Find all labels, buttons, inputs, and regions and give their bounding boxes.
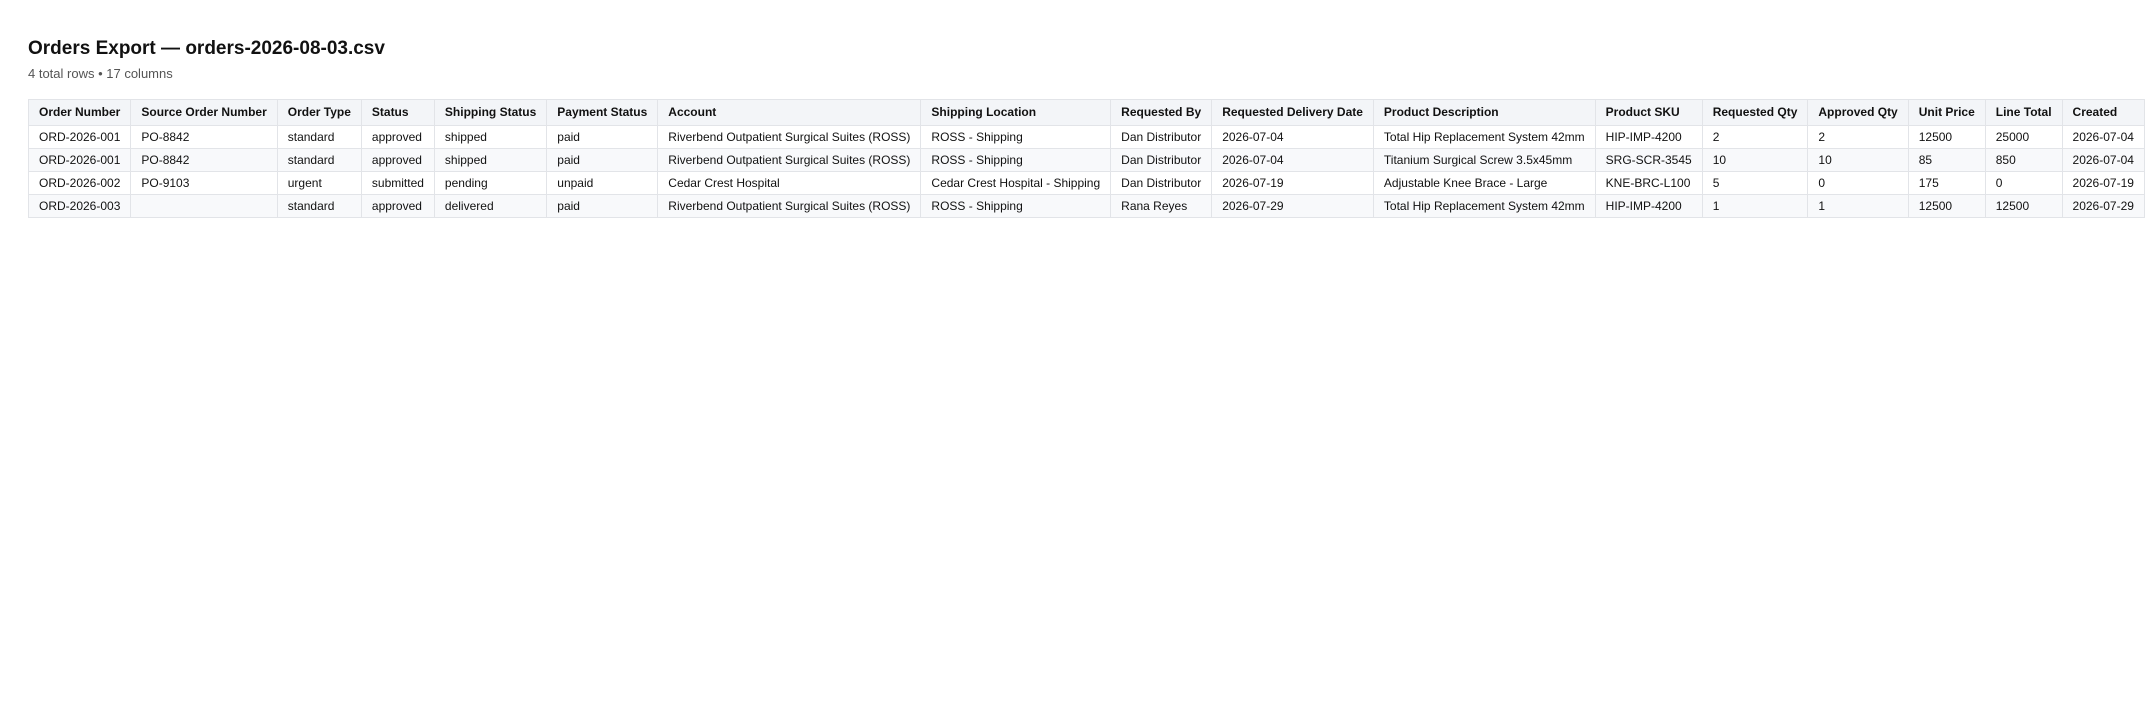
page-subtitle: 4 total rows • 17 columns — [28, 66, 173, 81]
table-cell: ROSS - Shipping — [920, 148, 1112, 172]
header-row: Order Number Source Order Number Order T… — [27, 99, 2145, 126]
table-cell: 12500 — [1984, 194, 2063, 218]
table-header: Order Number Source Order Number Order T… — [27, 99, 2145, 126]
column-header: Requested Qty — [1701, 99, 1809, 126]
table-cell: approved — [360, 125, 435, 149]
table-cell: ORD-2026-001 — [27, 148, 132, 172]
table-cell: SRG-SCR-3545 — [1594, 148, 1703, 172]
table-cell: 5 — [1701, 171, 1809, 195]
table-cell: 2026-07-04 — [2061, 125, 2145, 149]
column-header: Approved Qty — [1807, 99, 1909, 126]
table-cell: paid — [546, 125, 659, 149]
column-header: Created — [2061, 99, 2145, 126]
table-cell: submitted — [360, 171, 435, 195]
table-cell: 2026-07-19 — [1211, 171, 1374, 195]
table-row: ORD-2026-003 standard approved delivered pai… — [27, 194, 2145, 218]
table-cell: standard — [276, 194, 362, 218]
column-header: Requested Delivery Date — [1211, 99, 1374, 126]
table-cell: ORD-2026-003 — [27, 194, 132, 218]
table-cell: pending — [433, 171, 548, 195]
table-cell: 10 — [1807, 148, 1909, 172]
table-cell: Riverbend Outpatient Surgical Suites (RO… — [657, 125, 922, 149]
column-header: Requested By — [1110, 99, 1213, 126]
column-header: Order Type — [276, 99, 362, 126]
table-cell: 2026-07-04 — [2061, 148, 2145, 172]
table-cell: approved — [360, 148, 435, 172]
column-header: Line Total — [1984, 99, 2063, 126]
table-row: ORD-2026-002 PO-9103 urgent submitted pendin… — [27, 171, 2145, 195]
table-cell: standard — [276, 125, 362, 149]
table-cell: 2026-07-29 — [1211, 194, 1374, 218]
table-cell: standard — [276, 148, 362, 172]
table-cell: ROSS - Shipping — [920, 194, 1112, 218]
table-cell: PO-8842 — [130, 125, 278, 149]
table-cell: KNE-BRC-L100 — [1594, 171, 1703, 195]
table-cell: shipped — [433, 125, 548, 149]
table-cell: 2 — [1701, 125, 1809, 149]
table-cell: unpaid — [546, 171, 659, 195]
table-cell — [130, 194, 278, 218]
table-cell: 25000 — [1984, 125, 2063, 149]
table-cell: ORD-2026-002 — [27, 171, 132, 195]
export-page: Orders Export — orders-2026-08-03.csv 4 … — [27, 36, 2145, 218]
table-cell: Riverbend Outpatient Surgical Suites (RO… — [657, 194, 922, 218]
table-cell: paid — [546, 148, 659, 172]
column-header: Product SKU — [1594, 99, 1703, 126]
table-cell: Cedar Crest Hospital - Shipping — [920, 171, 1112, 195]
page-title: Orders Export — orders-2026-08-03.csv — [28, 38, 385, 59]
table-cell: 85 — [1907, 148, 1986, 172]
table-cell: 850 — [1984, 148, 2063, 172]
table-cell: ORD-2026-001 — [27, 125, 132, 149]
column-header: Source Order Number — [130, 99, 278, 126]
column-header: Shipping Location — [920, 99, 1112, 126]
table-cell: approved — [360, 194, 435, 218]
table-cell: 2026-07-04 — [1211, 125, 1374, 149]
table-cell: 1 — [1807, 194, 1909, 218]
table-cell: ROSS - Shipping — [920, 125, 1112, 149]
table-cell: HIP-IMP-4200 — [1594, 125, 1703, 149]
table-cell: 2026-07-04 — [1211, 148, 1374, 172]
column-header: Status — [360, 99, 435, 126]
table-cell: Adjustable Knee Brace - Large — [1372, 171, 1596, 195]
table-cell: Dan Distributor — [1110, 148, 1213, 172]
table-cell: 0 — [1984, 171, 2063, 195]
column-header: Shipping Status — [433, 99, 548, 126]
table-cell: Total Hip Replacement System 42mm — [1372, 125, 1596, 149]
table-cell: 0 — [1807, 171, 1909, 195]
table-cell: 175 — [1907, 171, 1986, 195]
column-header: Payment Status — [546, 99, 659, 126]
table-cell: urgent — [276, 171, 362, 195]
table-row: ORD-2026-001 PO-8842 standard approved shipp… — [27, 148, 2145, 172]
table-cell: 2026-07-19 — [2061, 171, 2145, 195]
table-row: ORD-2026-001 PO-8842 standard approved shipp… — [27, 125, 2145, 149]
column-header: Unit Price — [1907, 99, 1986, 126]
table-cell: Dan Distributor — [1110, 125, 1213, 149]
table-cell: HIP-IMP-4200 — [1594, 194, 1703, 218]
table-cell: 2026-07-29 — [2061, 194, 2145, 218]
column-header: Account — [657, 99, 922, 126]
table-cell: delivered — [433, 194, 548, 218]
table-cell: PO-9103 — [130, 171, 278, 195]
table-cell: Rana Reyes — [1110, 194, 1213, 218]
orders-table: Order Number Source Order Number Order T… — [27, 99, 2145, 218]
table-cell: Cedar Crest Hospital — [657, 171, 922, 195]
table-cell: Riverbend Outpatient Surgical Suites (RO… — [657, 148, 922, 172]
table-cell: paid — [546, 194, 659, 218]
table-cell: 12500 — [1907, 125, 1986, 149]
table-cell: 10 — [1701, 148, 1809, 172]
column-header: Product Description — [1372, 99, 1596, 126]
table-cell: shipped — [433, 148, 548, 172]
column-header: Order Number — [27, 99, 132, 126]
table-cell: 1 — [1701, 194, 1809, 218]
table-cell: PO-8842 — [130, 148, 278, 172]
table-body: ORD-2026-001 PO-8842 standard approved shipp… — [27, 125, 2145, 218]
table-cell: 2 — [1807, 125, 1909, 149]
table-cell: Titanium Surgical Screw 3.5x45mm — [1372, 148, 1596, 172]
table-cell: Dan Distributor — [1110, 171, 1213, 195]
table-cell: Total Hip Replacement System 42mm — [1372, 194, 1596, 218]
table-cell: 12500 — [1907, 194, 1986, 218]
